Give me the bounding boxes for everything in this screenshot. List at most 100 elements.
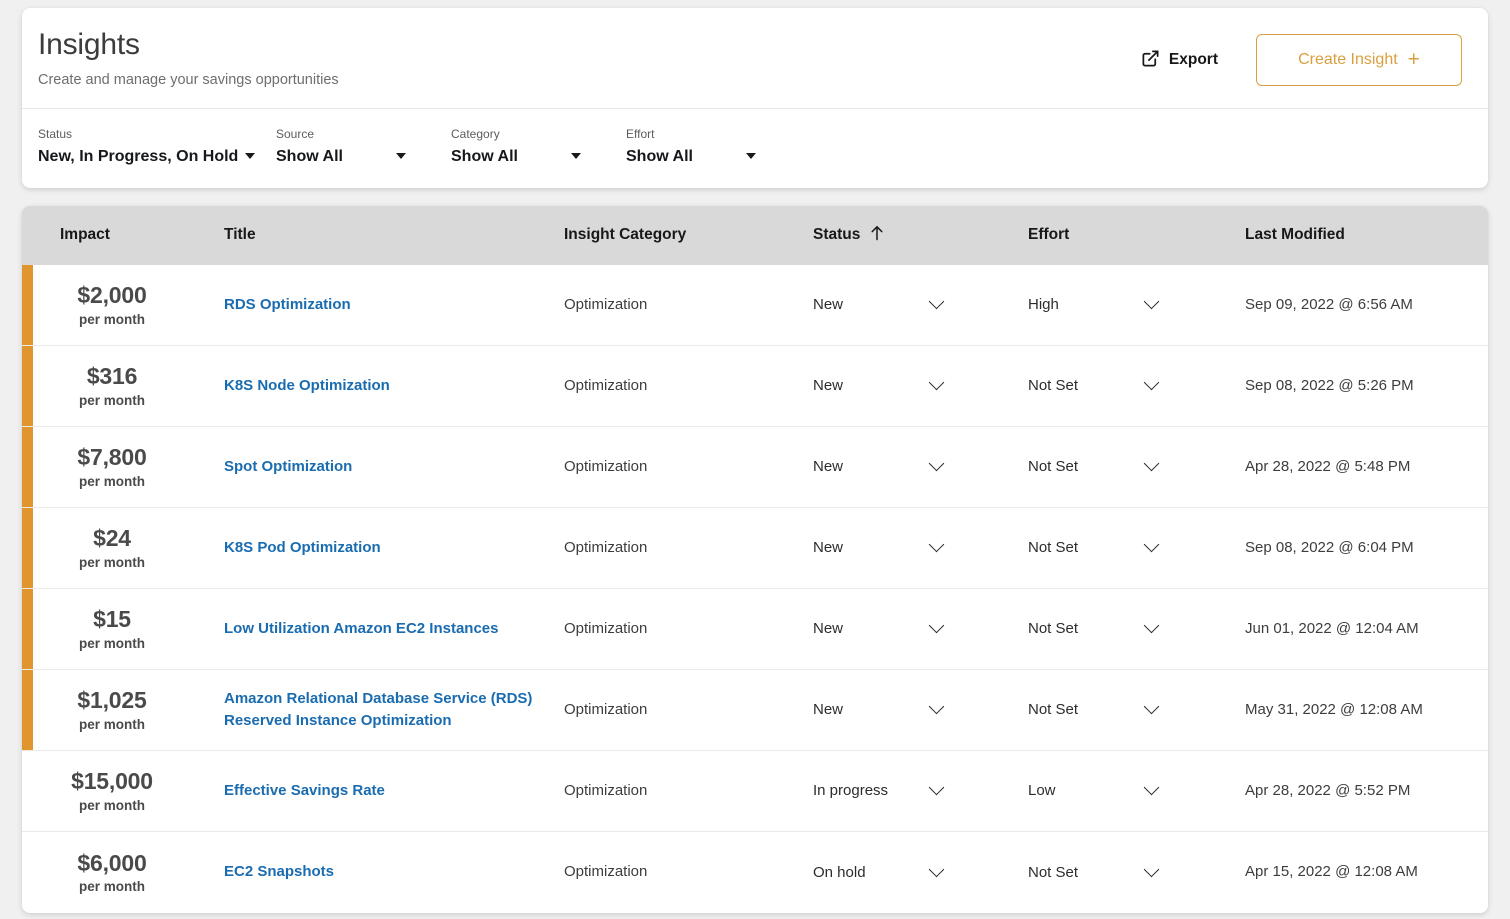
filter-status-value: New, In Progress, On Hold: [38, 147, 239, 165]
row-accent-bar: [22, 588, 33, 669]
impact-amount: $1,025: [77, 687, 147, 714]
effort-value: High: [1028, 296, 1059, 313]
status-select[interactable]: New: [813, 698, 1014, 718]
chevron-down-icon: [928, 293, 945, 310]
column-header-category[interactable]: Insight Category: [554, 226, 799, 244]
cell-title: K8S Pod Optimization: [202, 537, 554, 559]
status-select[interactable]: New: [813, 374, 1014, 394]
insight-title-link[interactable]: Spot Optimization: [224, 456, 352, 478]
filter-source[interactable]: Source Show All: [276, 128, 451, 166]
filter-source-value: Show All: [276, 147, 343, 165]
table-row: $7,800 per month Spot Optimization Optimiza…: [22, 426, 1488, 508]
insight-category-text: Optimization: [564, 457, 648, 475]
effort-select[interactable]: Not Set: [1028, 374, 1231, 394]
effort-select[interactable]: High: [1028, 293, 1231, 313]
cell-category: Optimization: [554, 539, 799, 557]
create-insight-button[interactable]: Create Insight +: [1256, 34, 1462, 86]
cell-impact: $2,000 per month: [22, 282, 202, 326]
cell-status: New: [799, 536, 1014, 556]
effort-value: Not Set: [1028, 701, 1079, 718]
effort-select[interactable]: Not Set: [1028, 861, 1231, 881]
effort-select[interactable]: Not Set: [1028, 617, 1231, 637]
effort-select[interactable]: Not Set: [1028, 698, 1231, 718]
effort-value: Low: [1028, 782, 1056, 799]
status-select[interactable]: On hold: [813, 861, 1014, 881]
insight-category-text: Optimization: [564, 376, 648, 394]
insights-page: Insights Create and manage your savings …: [0, 0, 1510, 919]
cell-impact: $7,800 per month: [22, 444, 202, 488]
filter-status[interactable]: Status New, In Progress, On Hold: [38, 128, 276, 166]
table-row: $15 per month Low Utilization Amazon EC2 I…: [22, 588, 1488, 670]
effort-select[interactable]: Low: [1028, 779, 1231, 799]
filter-effort[interactable]: Effort Show All: [626, 128, 801, 166]
last-modified-text: Sep 08, 2022 @ 5:26 PM: [1245, 376, 1414, 394]
insight-title-link[interactable]: K8S Pod Optimization: [224, 537, 381, 559]
column-header-impact[interactable]: Impact: [22, 226, 202, 244]
insights-table: Impact Title Insight Category Status Eff…: [22, 205, 1488, 913]
plus-icon: +: [1407, 47, 1420, 71]
effort-value: Not Set: [1028, 620, 1079, 637]
table-row: $15,000 per month Effective Savings Rate Op…: [22, 750, 1488, 832]
column-header-title[interactable]: Title: [202, 226, 554, 244]
insight-category-text: Optimization: [564, 295, 648, 313]
cell-last-modified: Sep 09, 2022 @ 6:56 AM: [1231, 296, 1488, 314]
insight-category-text: Optimization: [564, 781, 648, 799]
status-select[interactable]: New: [813, 455, 1014, 475]
status-select[interactable]: New: [813, 536, 1014, 556]
create-insight-label: Create Insight: [1298, 51, 1398, 68]
cell-impact: $316 per month: [22, 363, 202, 407]
cell-effort: Not Set: [1014, 455, 1231, 475]
insight-title-link[interactable]: RDS Optimization: [224, 294, 351, 316]
cell-effort: Low: [1014, 779, 1231, 799]
chevron-down-icon: [928, 455, 945, 472]
cell-status: New: [799, 698, 1014, 718]
insight-category-text: Optimization: [564, 863, 648, 880]
table-row: $2,000 per month RDS Optimization Optimizat…: [22, 264, 1488, 346]
impact-amount: $7,800: [77, 444, 147, 471]
table-header-row: Impact Title Insight Category Status Eff…: [22, 205, 1488, 265]
status-value: New: [813, 458, 844, 475]
insight-title-link[interactable]: Effective Savings Rate: [224, 780, 385, 802]
column-header-status[interactable]: Status: [799, 225, 1014, 246]
cell-category: Optimization: [554, 458, 799, 476]
chevron-down-icon: [928, 617, 945, 634]
effort-select[interactable]: Not Set: [1028, 455, 1231, 475]
cell-title: K8S Node Optimization: [202, 375, 554, 397]
status-select[interactable]: New: [813, 617, 1014, 637]
cell-title: EC2 Snapshots: [202, 861, 554, 883]
row-accent-bar: [22, 345, 33, 426]
column-header-status-label: Status: [813, 226, 861, 243]
insight-title-link[interactable]: Amazon Relational Database Service (RDS)…: [224, 688, 554, 732]
column-header-effort[interactable]: Effort: [1014, 226, 1231, 244]
filter-category[interactable]: Category Show All: [451, 128, 626, 166]
insight-title-link[interactable]: K8S Node Optimization: [224, 375, 390, 397]
status-value: New: [813, 701, 844, 718]
chevron-down-icon: [1143, 293, 1160, 310]
impact-amount: $24: [93, 525, 131, 552]
export-button[interactable]: Export: [1139, 45, 1220, 75]
cell-effort: Not Set: [1014, 861, 1231, 881]
chevron-down-icon: [928, 536, 945, 553]
impact-period: per month: [79, 797, 145, 813]
export-button-label: Export: [1168, 51, 1218, 68]
filter-category-label: Category: [451, 126, 500, 141]
page-header: Insights Create and manage your savings …: [22, 8, 1488, 109]
status-select[interactable]: New: [813, 293, 1014, 313]
cell-title: Effective Savings Rate: [202, 780, 554, 802]
filter-source-label: Source: [276, 126, 315, 141]
status-value: New: [813, 296, 844, 313]
chevron-down-icon: [928, 861, 945, 877]
table-row: $316 per month K8S Node Optimization Optimi…: [22, 345, 1488, 427]
chevron-down-icon: [1143, 617, 1160, 634]
effort-select[interactable]: Not Set: [1028, 536, 1231, 556]
insight-title-link[interactable]: Low Utilization Amazon EC2 Instances: [224, 618, 498, 640]
status-select[interactable]: In progress: [813, 779, 1014, 799]
last-modified-text: Apr 28, 2022 @ 5:52 PM: [1245, 781, 1411, 799]
row-accent-bar: [22, 264, 33, 345]
impact-period: per month: [79, 879, 145, 895]
column-header-modified[interactable]: Last Modified: [1231, 226, 1488, 244]
cell-category: Optimization: [554, 296, 799, 314]
cell-status: New: [799, 374, 1014, 394]
insight-title-link[interactable]: EC2 Snapshots: [224, 861, 334, 883]
cell-title: RDS Optimization: [202, 294, 554, 316]
